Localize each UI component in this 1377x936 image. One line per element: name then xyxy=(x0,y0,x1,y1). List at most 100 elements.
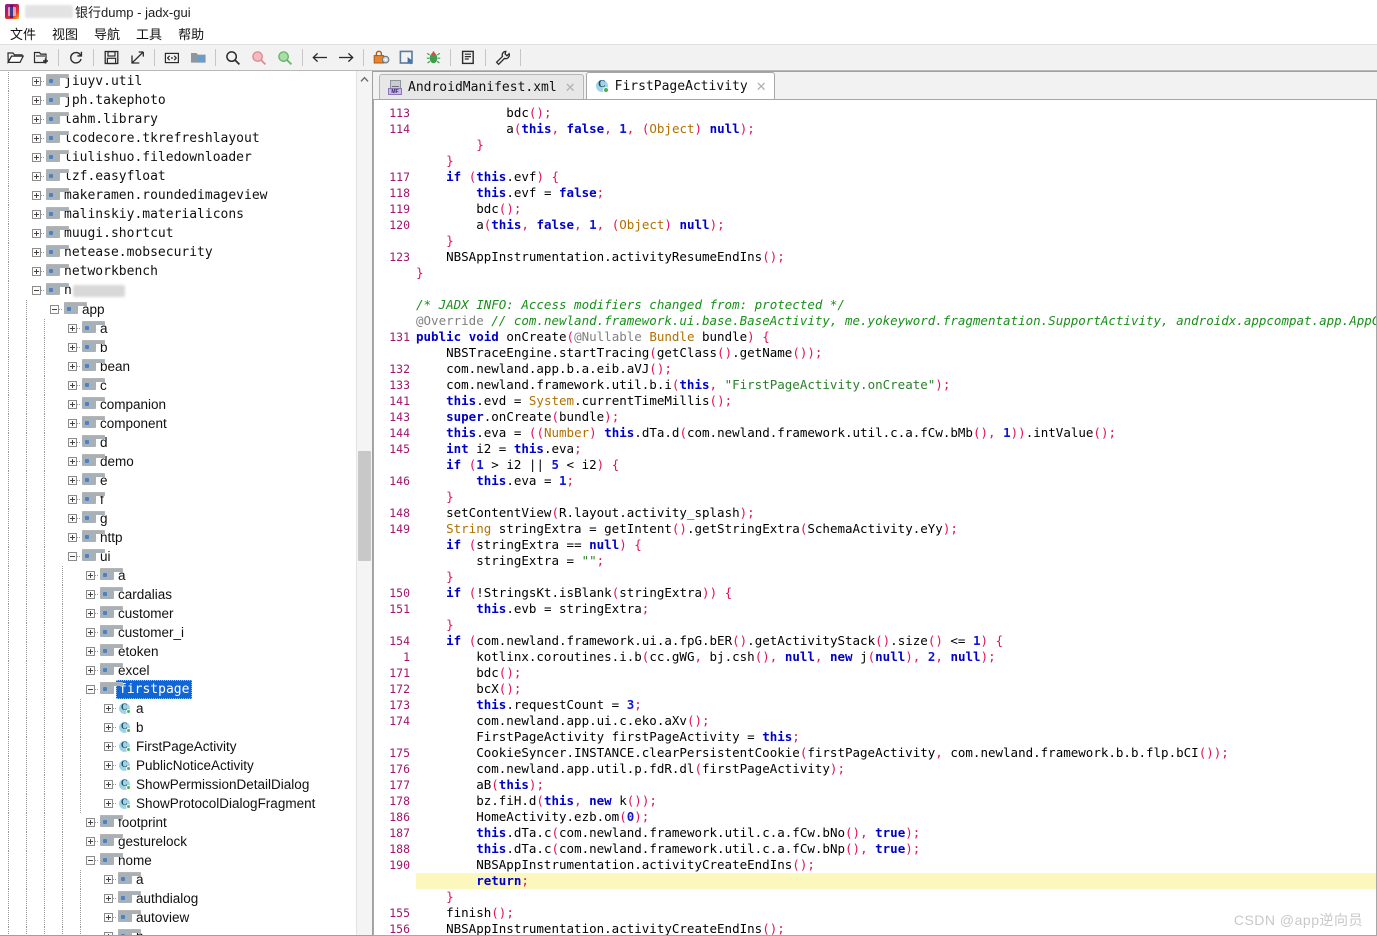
tree-node[interactable]: a xyxy=(0,319,356,338)
tree-expand-icon[interactable] xyxy=(102,794,117,813)
tree-node[interactable]: bean xyxy=(0,357,356,376)
tree-expand-icon[interactable] xyxy=(30,262,45,281)
tree-node[interactable]: home xyxy=(0,851,356,870)
tree-node[interactable]: jph.takephoto xyxy=(0,91,356,110)
tree-node[interactable]: ui xyxy=(0,547,356,566)
tree-collapse-icon[interactable] xyxy=(84,851,99,870)
tree-node[interactable]: C PublicNoticeActivity xyxy=(0,756,356,775)
tree-node[interactable]: a xyxy=(0,566,356,585)
tree-node[interactable]: liulishuo.filedownloader xyxy=(0,148,356,167)
tree-node[interactable]: demo xyxy=(0,452,356,471)
tree-node[interactable]: http xyxy=(0,528,356,547)
tree-node[interactable]: authdialog xyxy=(0,889,356,908)
tree-node[interactable]: netease.mobsecurity xyxy=(0,243,356,262)
log-icon[interactable] xyxy=(455,46,481,69)
deobfuscation-icon[interactable] xyxy=(368,46,394,69)
tree-expand-icon[interactable] xyxy=(30,205,45,224)
comment-search-icon[interactable] xyxy=(272,46,298,69)
tree-collapse-icon[interactable] xyxy=(48,300,63,319)
tab-close-icon[interactable]: ✕ xyxy=(562,81,576,94)
tree-expand-icon[interactable] xyxy=(102,737,117,756)
tree-node[interactable]: muugi.shortcut xyxy=(0,224,356,243)
tree-node[interactable]: companion xyxy=(0,395,356,414)
menu-tools[interactable]: 工具 xyxy=(128,23,170,44)
menu-navigation[interactable]: 导航 xyxy=(86,23,128,44)
tree-node[interactable]: etoken xyxy=(0,642,356,661)
tree-node[interactable]: component xyxy=(0,414,356,433)
text-search-icon[interactable] xyxy=(220,46,246,69)
tree-expand-icon[interactable] xyxy=(30,243,45,262)
tree-expand-icon[interactable] xyxy=(102,927,117,935)
tree-node[interactable]: lcodecore.tkrefreshlayout xyxy=(0,129,356,148)
tree-expand-icon[interactable] xyxy=(66,433,81,452)
tree-node[interactable]: a xyxy=(0,870,356,889)
tree-expand-icon[interactable] xyxy=(30,91,45,110)
tab-firstpageactivity[interactable]: C FirstPageActivity ✕ xyxy=(585,72,775,99)
preferences-icon[interactable] xyxy=(490,46,516,69)
tree-expand-icon[interactable] xyxy=(66,528,81,547)
tree-node[interactable]: customer xyxy=(0,604,356,623)
back-icon[interactable] xyxy=(307,46,333,69)
tree-node[interactable]: n xyxy=(0,281,356,300)
tree-expand-icon[interactable] xyxy=(30,167,45,186)
tree-expand-icon[interactable] xyxy=(66,395,81,414)
tree-node[interactable]: C ShowPermissionDetailDialog xyxy=(0,775,356,794)
tree-node[interactable]: makeramen.roundedimageview xyxy=(0,186,356,205)
tree-expand-icon[interactable] xyxy=(102,718,117,737)
tree-node[interactable]: C FirstPageActivity xyxy=(0,737,356,756)
tree-expand-icon[interactable] xyxy=(66,452,81,471)
tree-expand-icon[interactable] xyxy=(66,490,81,509)
tab-close-icon[interactable]: ✕ xyxy=(753,80,767,93)
tree-node[interactable]: firstpage xyxy=(0,680,356,699)
tree-expand-icon[interactable] xyxy=(30,148,45,167)
open-file-icon[interactable] xyxy=(2,46,28,69)
tree-node[interactable]: c xyxy=(0,376,356,395)
class-search-icon[interactable] xyxy=(246,46,272,69)
tree-expand-icon[interactable] xyxy=(84,585,99,604)
tree-node[interactable]: app xyxy=(0,300,356,319)
tree-node[interactable]: Cb xyxy=(0,718,356,737)
scroll-thumb[interactable] xyxy=(358,451,371,561)
tree-collapse-icon[interactable] xyxy=(84,680,99,699)
tree-node[interactable]: b xyxy=(0,927,356,935)
tree-expand-icon[interactable] xyxy=(84,832,99,851)
tree-node[interactable]: g xyxy=(0,509,356,528)
tree-expand-icon[interactable] xyxy=(66,414,81,433)
code-editor[interactable]: 113 114 117 118 119 120 123 131 132 133 141 143 144 1… xyxy=(373,100,1377,936)
tree-expand-icon[interactable] xyxy=(66,357,81,376)
tree-node[interactable]: gesturelock xyxy=(0,832,356,851)
tree-node[interactable]: C ShowProtocolDialogFragment xyxy=(0,794,356,813)
project-tree[interactable]: jiuyv.util jph.takephoto lahm.library lcode… xyxy=(0,71,356,935)
tree-expand-icon[interactable] xyxy=(102,775,117,794)
tree-node[interactable]: e xyxy=(0,471,356,490)
menu-view[interactable]: 视图 xyxy=(44,23,86,44)
tab-androidmanifest-xml[interactable]: MF AndroidManifest.xml ✕ xyxy=(379,74,584,99)
source-code-area[interactable]: bdc(); a(this, false, 1, (Object) null);… xyxy=(416,100,1376,935)
scroll-up-icon[interactable] xyxy=(357,71,372,87)
tree-collapse-icon[interactable] xyxy=(30,281,45,300)
tree-expand-icon[interactable] xyxy=(30,72,45,91)
tree-expand-icon[interactable] xyxy=(66,338,81,357)
tree-expand-icon[interactable] xyxy=(30,110,45,129)
tree-node[interactable]: excel xyxy=(0,661,356,680)
tree-expand-icon[interactable] xyxy=(84,566,99,585)
tree-expand-icon[interactable] xyxy=(84,642,99,661)
menu-help[interactable]: 帮助 xyxy=(170,23,212,44)
tree-expand-icon[interactable] xyxy=(30,186,45,205)
tree-expand-icon[interactable] xyxy=(66,376,81,395)
tree-vertical-scrollbar[interactable] xyxy=(356,71,372,935)
export-gradle-icon[interactable] xyxy=(124,46,150,69)
tree-node[interactable]: Ca xyxy=(0,699,356,718)
tree-expand-icon[interactable] xyxy=(84,604,99,623)
tree-node[interactable]: networkbench xyxy=(0,262,356,281)
tree-expand-icon[interactable] xyxy=(102,870,117,889)
tree-expand-icon[interactable] xyxy=(84,661,99,680)
tree-node[interactable]: customer_i xyxy=(0,623,356,642)
tree-node[interactable]: lzf.easyfloat xyxy=(0,167,356,186)
sync-icon[interactable] xyxy=(159,46,185,69)
tree-expand-icon[interactable] xyxy=(66,319,81,338)
tree-node[interactable]: cardalias xyxy=(0,585,356,604)
tree-node[interactable]: f xyxy=(0,490,356,509)
save-all-icon[interactable] xyxy=(98,46,124,69)
tree-expand-icon[interactable] xyxy=(84,813,99,832)
